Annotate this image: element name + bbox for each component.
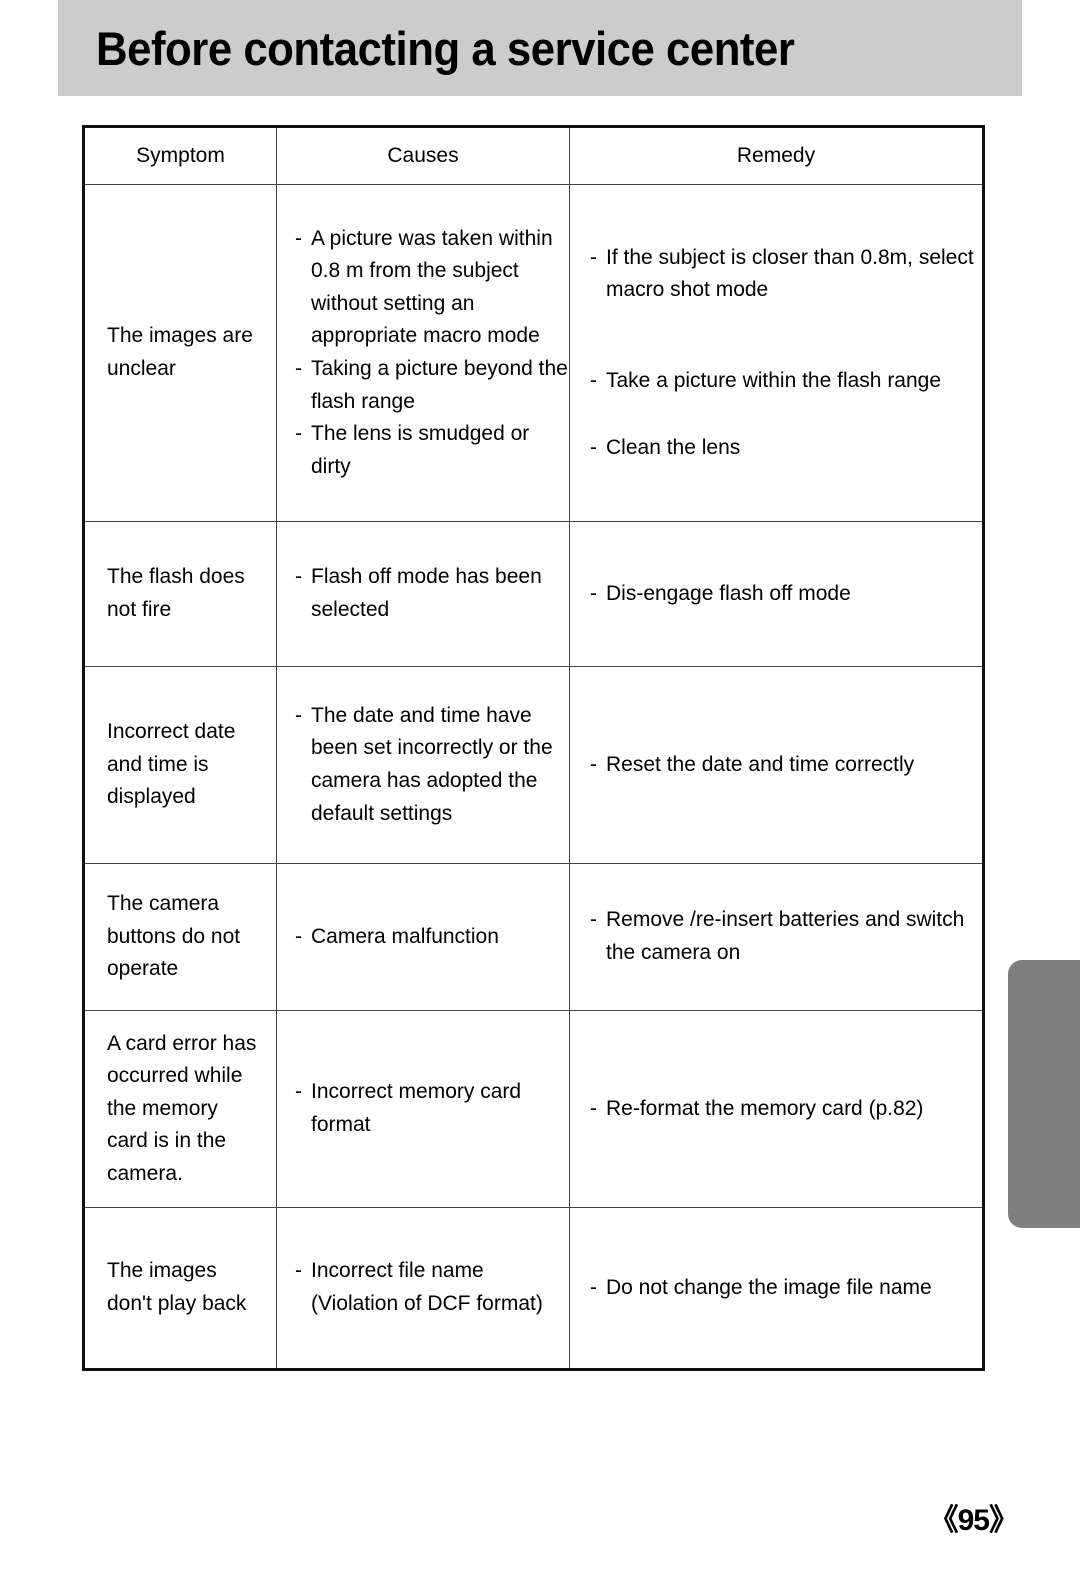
symptom-line: Incorrect date <box>107 720 236 744</box>
cause-item: Flash off mode has been selected <box>295 561 569 626</box>
symptom-line: not fire <box>107 598 172 621</box>
causes-list: The date and time have been set incorrec… <box>295 700 569 830</box>
causes-cell: Camera malfunction <box>276 863 570 1011</box>
remedy-cell: If the subject is closer than 0.8m, sele… <box>569 184 984 522</box>
causes-cell: Flash off mode has been selected <box>276 521 570 667</box>
remedy-list: Do not change the image file name <box>590 1272 982 1305</box>
column-header-symptom: Symptom <box>83 126 277 185</box>
cause-item: The lens is smudged or dirty <box>295 418 569 483</box>
symptom-cell: Incorrect date and time is displayed <box>83 666 277 864</box>
cause-item: Taking a picture beyond the flash range <box>295 353 569 418</box>
remedy-item: If the subject is closer than 0.8m, sele… <box>590 242 982 307</box>
remedy-item: Clean the lens <box>590 432 982 465</box>
symptom-line: operate <box>107 957 179 981</box>
remedy-cell: Dis-engage flash off mode <box>569 521 984 667</box>
symptom-line: A card error has <box>107 1031 257 1055</box>
remedy-cell: Reset the date and time correctly <box>569 666 984 864</box>
symptom-line: and time is <box>107 752 209 776</box>
cause-item: A picture was taken within 0.8 m from th… <box>295 223 569 353</box>
symptom-line: The camera <box>107 892 220 916</box>
cause-item: The date and time have been set incorrec… <box>295 700 569 830</box>
remedy-list: Re-format the memory card (p.82) <box>590 1093 982 1126</box>
table-row: The camera buttons do not operate Camera… <box>83 863 984 1011</box>
remedy-item: Re-format the memory card (p.82) <box>590 1093 982 1126</box>
table-row: Incorrect date and time is displayed The… <box>83 666 984 864</box>
page-title: Before contacting a service center <box>96 21 795 75</box>
remedy-list: Reset the date and time correctly <box>590 749 982 782</box>
edge-index-tab <box>1008 960 1080 1228</box>
causes-cell: A picture was taken within 0.8 m from th… <box>276 184 570 522</box>
symptom-line: card is in the <box>107 1129 227 1153</box>
symptom-line: displayed <box>107 785 196 809</box>
column-header-causes: Causes <box>276 126 570 185</box>
column-header-remedy: Remedy <box>569 126 984 185</box>
table-body: The images are unclear A picture was tak… <box>83 184 984 1370</box>
cause-item: Incorrect memory card format <box>295 1076 569 1141</box>
causes-list: A picture was taken within 0.8 m from th… <box>295 223 569 483</box>
remedy-item: Take a picture within the flash range <box>590 365 982 398</box>
remedy-cell: Do not change the image file name <box>569 1207 984 1370</box>
symptom-line: unclear <box>107 357 176 380</box>
causes-cell: Incorrect file name (Violation of DCF fo… <box>276 1207 570 1370</box>
symptom-line: don't play back <box>107 1292 247 1315</box>
remedy-cell: Re-format the memory card (p.82) <box>569 1010 984 1208</box>
remedy-list: If the subject is closer than 0.8m, sele… <box>590 242 982 464</box>
remedy-item: Dis-engage flash off mode <box>590 578 982 611</box>
remedy-item: Do not change the image file name <box>590 1272 982 1305</box>
remedy-cell: Remove /re-insert batteries and switch t… <box>569 863 984 1011</box>
symptom-line: the memory <box>107 1096 218 1120</box>
remedy-item: Remove /re-insert batteries and switch t… <box>590 904 982 969</box>
table-row: The images don't play back Incorrect fil… <box>83 1207 984 1370</box>
symptom-cell: The camera buttons do not operate <box>83 863 277 1011</box>
table-row: The images are unclear A picture was tak… <box>83 184 984 522</box>
symptom-line: The images <box>107 1259 217 1283</box>
table-header-row: Symptom Causes Remedy <box>83 126 984 185</box>
symptom-line: buttons do not <box>107 924 241 948</box>
remedy-list: Remove /re-insert batteries and switch t… <box>590 904 982 969</box>
page-header-banner: Before contacting a service center <box>58 0 1022 96</box>
causes-list: Camera malfunction <box>295 921 569 954</box>
causes-list: Incorrect memory card format <box>295 1076 569 1141</box>
symptom-cell: The images are unclear <box>83 184 277 522</box>
table-row: A card error has occurred while the memo… <box>83 1010 984 1208</box>
causes-cell: The date and time have been set incorrec… <box>276 666 570 864</box>
causes-cell: Incorrect memory card format <box>276 1010 570 1208</box>
symptom-cell: The flash does not fire <box>83 521 277 667</box>
remedy-list: Dis-engage flash off mode <box>590 578 982 611</box>
symptom-line: occurred while <box>107 1064 243 1088</box>
causes-list: Flash off mode has been selected <box>295 561 569 626</box>
symptom-line: The flash does <box>107 565 245 589</box>
cause-item: Camera malfunction <box>295 921 569 954</box>
symptom-line: The images are <box>107 324 253 348</box>
causes-list: Incorrect file name (Violation of DCF fo… <box>295 1255 569 1320</box>
symptom-line: camera. <box>107 1161 183 1185</box>
table-row: The flash does not fire Flash off mode h… <box>83 521 984 667</box>
page-number: 《95》 <box>928 1504 1019 1537</box>
cause-item: Incorrect file name (Violation of DCF fo… <box>295 1255 569 1320</box>
symptom-cell: The images don't play back <box>83 1207 277 1370</box>
remedy-item: Reset the date and time correctly <box>590 749 982 782</box>
troubleshooting-table: Symptom Causes Remedy The images are unc… <box>82 125 985 1371</box>
symptom-cell: A card error has occurred while the memo… <box>83 1010 277 1208</box>
